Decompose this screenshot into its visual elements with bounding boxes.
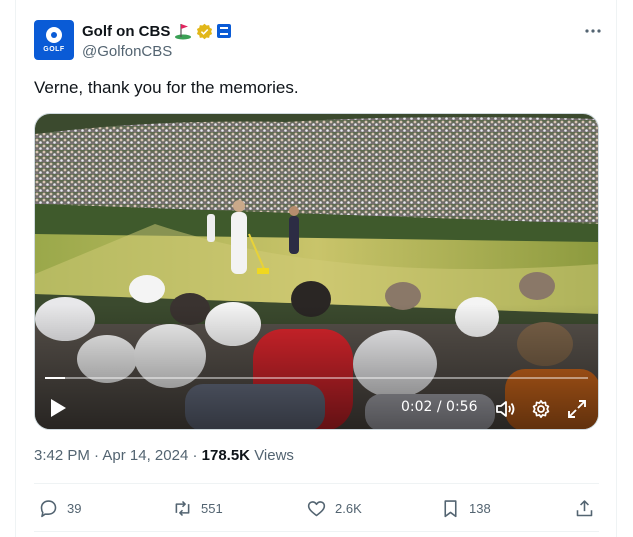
- tweet-text: Verne, thank you for the memories.: [34, 78, 299, 97]
- views-count: 178.5K: [201, 447, 251, 464]
- action-bar: 39 551 2.6K 138: [34, 494, 599, 522]
- bookmark-count: 138: [469, 500, 491, 516]
- bookmark-icon: [444, 499, 457, 517]
- affiliate-badge-icon[interactable]: [217, 24, 232, 38]
- handle[interactable]: @GolfonCBS: [82, 43, 172, 60]
- more-icon: [585, 29, 601, 33]
- flag-icon: [175, 24, 192, 40]
- video-player[interactable]: 0:02 / 0:56: [34, 113, 599, 430]
- share-button[interactable]: [574, 494, 595, 522]
- gear-icon[interactable]: [530, 398, 552, 420]
- share-icon: [576, 499, 593, 516]
- divider: [34, 483, 599, 484]
- more-options-button[interactable]: [582, 22, 604, 40]
- reply-icon: [40, 499, 57, 517]
- play-icon[interactable]: [49, 398, 67, 418]
- like-button[interactable]: 2.6K: [306, 494, 362, 522]
- repost-button[interactable]: 551: [172, 494, 223, 522]
- progress-bar[interactable]: [45, 377, 588, 379]
- meta-separator-2: ·: [192, 447, 198, 464]
- tweet-date[interactable]: Apr 14, 2024: [102, 447, 188, 464]
- avatar[interactable]: GOLF: [34, 20, 74, 60]
- cbs-eye-logo: [46, 27, 62, 43]
- reply-count: 39: [67, 500, 82, 516]
- divider-bottom: [34, 531, 599, 532]
- video-frame: [35, 114, 598, 429]
- display-name[interactable]: Golf on CBS: [82, 23, 170, 40]
- tweet-header: GOLF Golf on CBS @GolfonCBS: [34, 20, 614, 64]
- reply-button[interactable]: 39: [38, 494, 81, 522]
- volume-icon[interactable]: [494, 398, 516, 420]
- tweet-meta: 3:42 PM · Apr 14, 2024 · 178.5K Views: [34, 447, 294, 464]
- bookmark-button[interactable]: 138: [440, 494, 491, 522]
- tweet-time[interactable]: 3:42 PM: [34, 447, 90, 464]
- verified-gold-icon[interactable]: [196, 23, 213, 40]
- heart-icon: [307, 500, 326, 516]
- repost-icon: [175, 500, 190, 516]
- repost-count: 551: [201, 500, 223, 516]
- name-row: Golf on CBS: [82, 21, 232, 41]
- meta-separator: ·: [94, 447, 100, 464]
- fullscreen-icon[interactable]: [566, 398, 588, 420]
- avatar-text: GOLF: [43, 46, 65, 53]
- progress-fill: [45, 377, 65, 379]
- video-time: 0:02 / 0:56: [401, 399, 478, 415]
- views-label: Views: [254, 447, 294, 464]
- like-count: 2.6K: [335, 500, 362, 516]
